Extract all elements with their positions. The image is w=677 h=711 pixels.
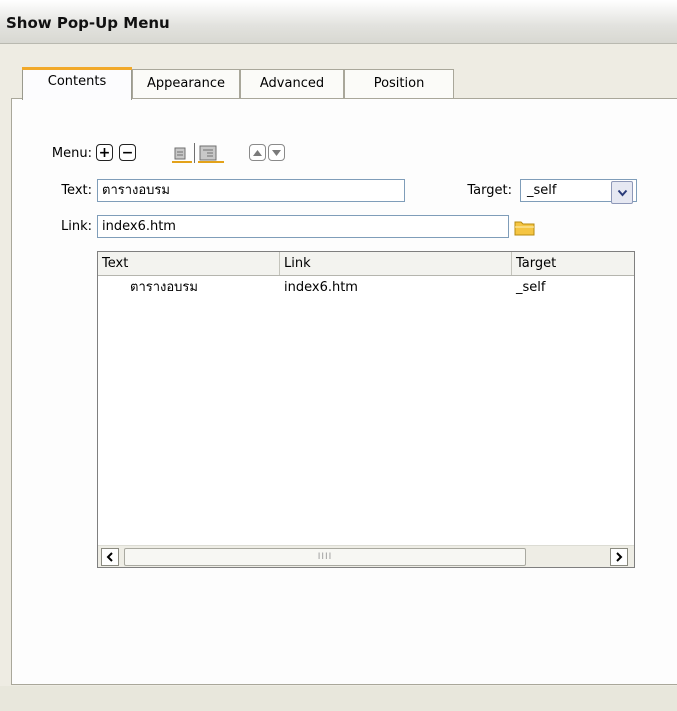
arrow-up-icon xyxy=(253,149,262,156)
column-header-target[interactable]: Target xyxy=(512,252,634,275)
horizontal-scrollbar[interactable]: IIII xyxy=(98,545,634,567)
add-item-button[interactable]: + xyxy=(96,144,113,161)
menu-items-table: Text Link Target ตารางอบรม index6.htm _s… xyxy=(97,251,635,568)
row-link-cell: index6.htm xyxy=(284,280,358,295)
column-header-text[interactable]: Text xyxy=(98,252,280,275)
row-text-cell: ตารางอบรม xyxy=(130,280,198,295)
folder-icon xyxy=(514,221,535,236)
outdent-icon xyxy=(172,147,192,163)
move-up-button[interactable] xyxy=(249,144,266,161)
dialog-footer xyxy=(0,686,677,711)
window-title: Show Pop-Up Menu xyxy=(6,14,170,32)
table-header: Text Link Target xyxy=(98,252,634,276)
title-bar: Show Pop-Up Menu xyxy=(0,0,677,44)
tab-advanced[interactable]: Advanced xyxy=(240,69,344,99)
target-dropdown-button[interactable] xyxy=(611,181,633,204)
table-row[interactable]: ตารางอบรม index6.htm _self xyxy=(98,278,634,298)
row-target-cell: _self xyxy=(516,280,546,295)
link-input[interactable]: index6.htm xyxy=(97,215,509,238)
indent-item-button[interactable] xyxy=(198,143,224,167)
scroll-grip: IIII xyxy=(317,552,333,562)
tab-appearance[interactable]: Appearance xyxy=(132,69,240,99)
remove-item-button[interactable]: − xyxy=(119,144,136,161)
column-header-link[interactable]: Link xyxy=(280,252,512,275)
tab-contents[interactable]: Contents xyxy=(22,67,132,100)
scroll-left-button[interactable] xyxy=(101,548,119,566)
indent-icon xyxy=(198,145,224,163)
move-down-button[interactable] xyxy=(268,144,285,161)
target-value: _self xyxy=(527,183,557,198)
outdent-item-button[interactable] xyxy=(172,143,192,167)
minus-icon: − xyxy=(121,144,134,161)
menu-label: Menu: xyxy=(51,146,92,161)
arrow-right-icon xyxy=(616,552,623,562)
browse-button[interactable] xyxy=(514,219,536,240)
arrow-left-icon xyxy=(106,552,113,562)
tab-position[interactable]: Position xyxy=(344,69,454,99)
text-label: Text: xyxy=(61,183,92,198)
scroll-thumb[interactable]: IIII xyxy=(124,548,526,566)
target-label: Target: xyxy=(467,183,512,198)
plus-icon: + xyxy=(98,144,111,161)
popup-menu-dialog: Show Pop-Up Menu Contents Appearance Adv… xyxy=(0,0,677,711)
link-label: Link: xyxy=(60,219,92,234)
toolbar-divider xyxy=(194,143,195,163)
scroll-right-button[interactable] xyxy=(610,548,628,566)
text-input[interactable]: ตารางอบรม xyxy=(97,179,405,202)
arrow-down-icon xyxy=(272,149,281,156)
chevron-down-icon xyxy=(617,189,627,197)
